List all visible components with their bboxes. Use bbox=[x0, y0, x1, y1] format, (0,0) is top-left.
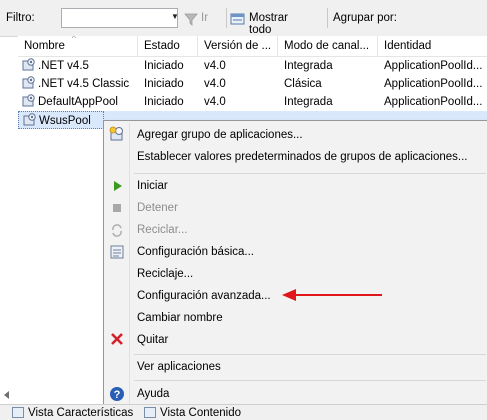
toolbar-divider bbox=[327, 8, 328, 28]
content-view-icon bbox=[144, 407, 156, 418]
pool-status: Iniciado bbox=[144, 96, 184, 108]
settings-icon bbox=[110, 245, 124, 259]
show-all-label: Mostrar todo bbox=[249, 12, 288, 36]
menu-separator bbox=[134, 380, 486, 381]
stop-icon bbox=[113, 204, 121, 212]
remove-icon bbox=[111, 333, 123, 345]
menu-item-stop: Detener bbox=[137, 202, 178, 214]
filter-input[interactable] bbox=[61, 8, 178, 28]
column-header-name[interactable]: Nombre ^ bbox=[18, 36, 138, 56]
menu-item-rename[interactable]: Cambiar nombre bbox=[137, 308, 223, 328]
pool-pipeline: Clásica bbox=[284, 78, 322, 90]
pool-name-cell: .NET v4.5 bbox=[22, 57, 138, 75]
pool-pipeline: Integrada bbox=[284, 60, 333, 72]
pool-name: .NET v4.5 Classic bbox=[38, 78, 130, 90]
funnel-icon bbox=[184, 13, 198, 26]
filter-dropdown-icon[interactable]: ▼ bbox=[171, 12, 179, 21]
app-pool-icon bbox=[23, 113, 36, 126]
table-row[interactable]: DefaultAppPool Iniciado v4.0 Integrada A… bbox=[18, 93, 487, 111]
help-icon: ? bbox=[110, 387, 124, 401]
go-button[interactable]: Ir bbox=[184, 9, 226, 29]
app-pool-icon bbox=[22, 76, 35, 89]
pool-name: WsusPool bbox=[39, 115, 91, 127]
menu-item-recycling[interactable]: Reciclaje... bbox=[137, 264, 193, 284]
filter-toolbar: Filtro: ▼ Ir Mostrar todo Agrupar por: bbox=[0, 0, 487, 37]
add-pool-icon bbox=[109, 126, 123, 141]
content-view-label: Vista Contenido bbox=[160, 407, 241, 419]
menu-item-recycle: Reciclar... bbox=[137, 224, 188, 236]
context-menu: Agregar grupo de aplicaciones... Estable… bbox=[103, 120, 487, 408]
pool-name-cell: .NET v4.5 Classic bbox=[22, 75, 138, 93]
filter-label: Filtro: bbox=[6, 12, 35, 24]
menu-separator bbox=[134, 354, 486, 355]
pool-name: .NET v4.5 bbox=[38, 60, 89, 72]
go-label: Ir bbox=[201, 12, 209, 24]
red-annotation-arrow bbox=[282, 289, 382, 301]
table-row[interactable]: .NET v4.5 Classic Iniciado v4.0 Clásica … bbox=[18, 75, 487, 93]
features-view-label: Vista Características bbox=[28, 407, 134, 419]
pool-version: v4.0 bbox=[204, 78, 226, 90]
pool-pipeline: Integrada bbox=[284, 96, 333, 108]
show-all-icon bbox=[230, 13, 245, 25]
column-header-version[interactable]: Versión de ... bbox=[198, 36, 278, 56]
sort-ascending-icon: ^ bbox=[72, 36, 76, 43]
menu-item-add-app-pool[interactable]: Agregar grupo de aplicaciones... bbox=[137, 125, 303, 145]
pool-identity: ApplicationPoolId... bbox=[384, 78, 483, 90]
toolbar-divider bbox=[226, 8, 227, 28]
view-switcher-bar: Vista Características Vista Contenido bbox=[0, 404, 487, 420]
play-icon bbox=[114, 181, 122, 191]
menu-item-help[interactable]: Ayuda bbox=[137, 384, 169, 404]
menu-item-basic-settings[interactable]: Configuración básica... bbox=[137, 242, 254, 262]
features-view-icon bbox=[12, 407, 24, 418]
pool-status: Iniciado bbox=[144, 78, 184, 90]
recycle-icon bbox=[112, 224, 122, 237]
table-row[interactable]: .NET v4.5 Iniciado v4.0 Integrada Applic… bbox=[18, 57, 487, 75]
tab-features-view[interactable]: Vista Características bbox=[10, 406, 133, 420]
menu-item-start[interactable]: Iniciar bbox=[137, 176, 168, 196]
app-pool-icon bbox=[22, 58, 35, 71]
menu-icon-gutter bbox=[129, 123, 130, 405]
column-name-label: Nombre bbox=[24, 40, 65, 52]
menu-item-set-defaults[interactable]: Establecer valores predeterminados de gr… bbox=[137, 147, 468, 167]
column-header-identity[interactable]: Identidad bbox=[378, 36, 487, 56]
pool-version: v4.0 bbox=[204, 60, 226, 72]
pool-identity: ApplicationPoolId... bbox=[384, 60, 483, 72]
app-pool-icon bbox=[22, 94, 35, 107]
column-header-pipeline[interactable]: Modo de canal... bbox=[278, 36, 378, 56]
group-by-label[interactable]: Agrupar por: bbox=[333, 12, 397, 24]
pool-status: Iniciado bbox=[144, 60, 184, 72]
svg-text:?: ? bbox=[114, 389, 121, 401]
pool-name: DefaultAppPool bbox=[38, 96, 118, 108]
menu-item-remove[interactable]: Quitar bbox=[137, 330, 168, 350]
pool-name-cell: DefaultAppPool bbox=[22, 93, 138, 111]
scroll-left-arrow-icon[interactable] bbox=[0, 388, 14, 402]
pool-version: v4.0 bbox=[204, 96, 226, 108]
menu-separator bbox=[134, 173, 486, 174]
menu-item-advanced-settings[interactable]: Configuración avanzada... bbox=[137, 286, 271, 306]
list-header: Nombre ^ Estado Versión de ... Modo de c… bbox=[18, 36, 487, 57]
column-header-status[interactable]: Estado bbox=[138, 36, 198, 56]
menu-item-view-applications[interactable]: Ver aplicaciones bbox=[137, 357, 221, 377]
tab-content-view[interactable]: Vista Contenido bbox=[142, 406, 241, 420]
pool-name-cell: WsusPool bbox=[18, 111, 104, 129]
pool-identity: ApplicationPoolId... bbox=[384, 96, 483, 108]
